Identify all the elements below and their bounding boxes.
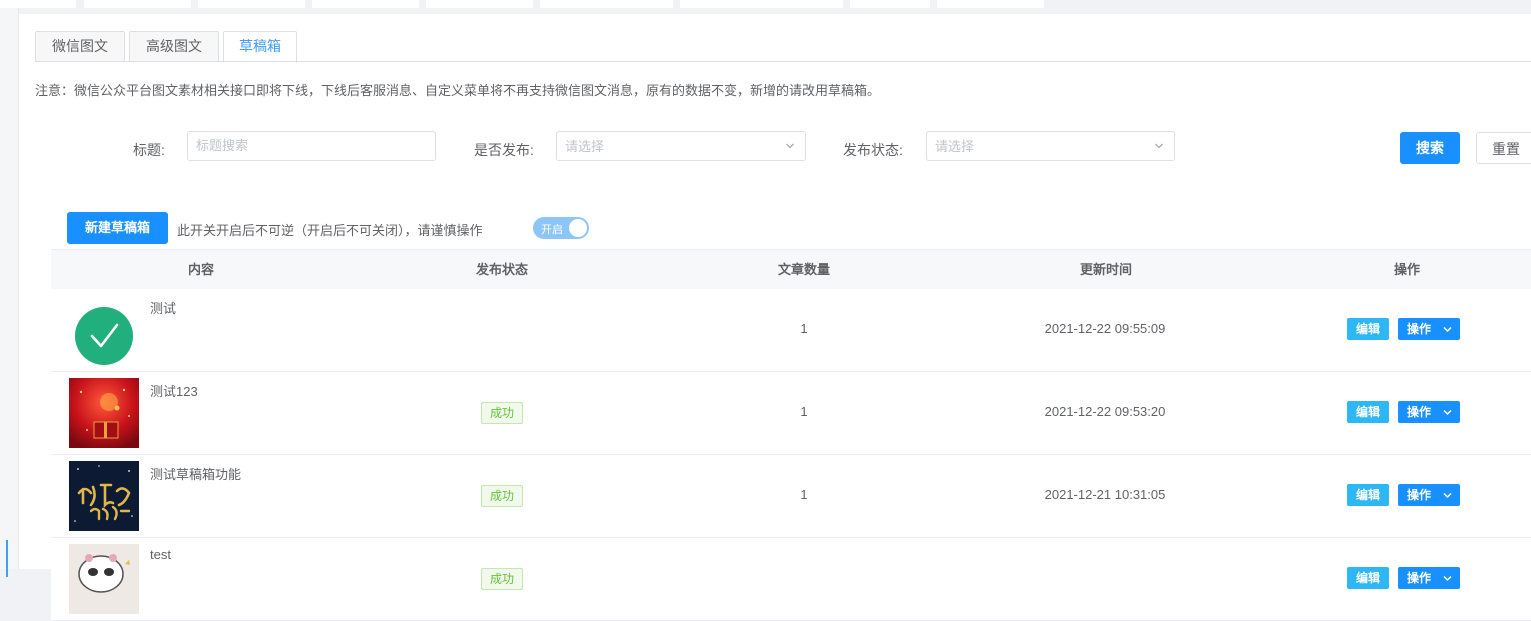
chevron-down-icon [1443,409,1452,416]
updated-time: 2021-12-22 09:53:20 [1044,404,1166,419]
top-tag[interactable] [198,0,305,8]
column-header-updated: 更新时间 [1079,262,1132,277]
status-select[interactable]: 请选择 [926,131,1175,161]
top-tag[interactable] [850,0,930,8]
operations-label: 操作 [1407,405,1432,419]
edit-button[interactable]: 编辑 [1347,401,1389,423]
reset-button[interactable]: 重置 [1476,132,1531,164]
top-tag[interactable] [540,0,673,8]
article-count: 1 [800,487,808,502]
published-select[interactable]: 请选择 [556,131,806,161]
chevron-down-icon [1155,143,1163,149]
left-rail [0,8,19,577]
status-badge: 成功 [481,402,523,424]
chevron-down-icon [1443,326,1452,333]
switch-hint-text: 此开关开启后不可逆（开启后不可关闭），请谨慎操作 [177,223,483,238]
published-select-placeholder: 请选择 [565,139,605,154]
tab-drafts[interactable]: 草稿箱 [223,31,297,63]
column-header-content: 内容 [187,262,214,277]
top-tag[interactable] [680,0,843,8]
edit-button[interactable]: 编辑 [1347,484,1389,506]
table-row: 测试123 成功 1 2021-12-22 09:53:20 编辑 操作 [51,372,1531,455]
status-badge: 成功 [481,485,523,507]
status-select-placeholder: 请选择 [935,139,975,154]
column-header-actions: 操作 [1393,262,1420,277]
operations-dropdown-button[interactable]: 操作 [1398,401,1460,423]
row-title: 测试草稿箱功能 [150,467,242,482]
chevron-down-icon [1443,492,1452,499]
switch-label: 开启 [541,224,563,236]
updated-time: 2021-12-22 09:55:09 [1044,321,1166,336]
published-filter-label: 是否发布: [474,142,534,158]
tabs-divider [35,61,1531,62]
new-draft-button[interactable]: 新建草稿箱 [67,212,168,244]
table-row: test 成功 编辑 操作 [51,538,1531,621]
chevron-down-icon [786,143,794,149]
operations-label: 操作 [1407,571,1432,585]
operations-label: 操作 [1407,488,1432,502]
edit-button[interactable]: 编辑 [1347,567,1389,589]
cartoon-avatar-image [69,544,139,614]
tab-advanced-article[interactable]: 高级图文 [129,31,219,62]
edit-button[interactable]: 编辑 [1347,318,1389,340]
tab-wechat-article[interactable]: 微信图文 [35,31,125,62]
chevron-down-icon [1443,575,1452,582]
operations-dropdown-button[interactable]: 操作 [1398,567,1460,589]
table-row: 测试 1 2021-12-22 09:55:09 编辑 操作 [51,289,1531,372]
top-tag[interactable] [426,0,533,8]
top-tag[interactable] [0,0,76,8]
row-title: test [150,547,171,562]
article-count: 1 [800,321,808,336]
table-row: 测试草稿箱功能 成功 1 2021-12-21 10:31:05 编辑 操作 [51,455,1531,538]
operations-dropdown-button[interactable]: 操作 [1398,484,1460,506]
updated-time: 2021-12-21 10:31:05 [1044,487,1166,502]
row-title: 测试123 [150,384,198,399]
dark-calligraphy-image [69,461,139,531]
top-tag[interactable] [937,0,1044,8]
switch-knob [569,219,587,237]
table-header: 内容 发布状态 文章数量 更新时间 操作 [51,249,1531,290]
green-check-icon [69,295,139,365]
main-panel: 微信图文 高级图文 草稿箱 注意：微信公众平台图文素材相关接口即将下线，下线后客… [19,14,1531,621]
status-badge: 成功 [481,568,523,590]
title-search-input[interactable] [187,131,436,161]
column-header-count: 文章数量 [777,262,830,277]
notice-text: 注意：微信公众平台图文素材相关接口即将下线，下线后客服消息、自定义菜单将不再支持… [35,83,881,98]
top-tag[interactable] [312,0,419,8]
title-filter-label: 标题: [133,142,165,158]
operations-label: 操作 [1407,322,1432,336]
row-title: 测试 [150,301,177,316]
left-rail-active-mark [6,540,8,577]
operations-dropdown-button[interactable]: 操作 [1398,318,1460,340]
status-filter-label: 发布状态: [843,142,903,158]
top-tag[interactable] [84,0,191,8]
top-tag-strip [0,0,1531,8]
red-gift-image [69,378,139,448]
article-count: 1 [800,404,808,419]
draft-mode-switch[interactable]: 开启 [533,217,589,239]
search-button[interactable]: 搜索 [1400,132,1460,164]
column-header-status: 发布状态 [475,262,528,277]
